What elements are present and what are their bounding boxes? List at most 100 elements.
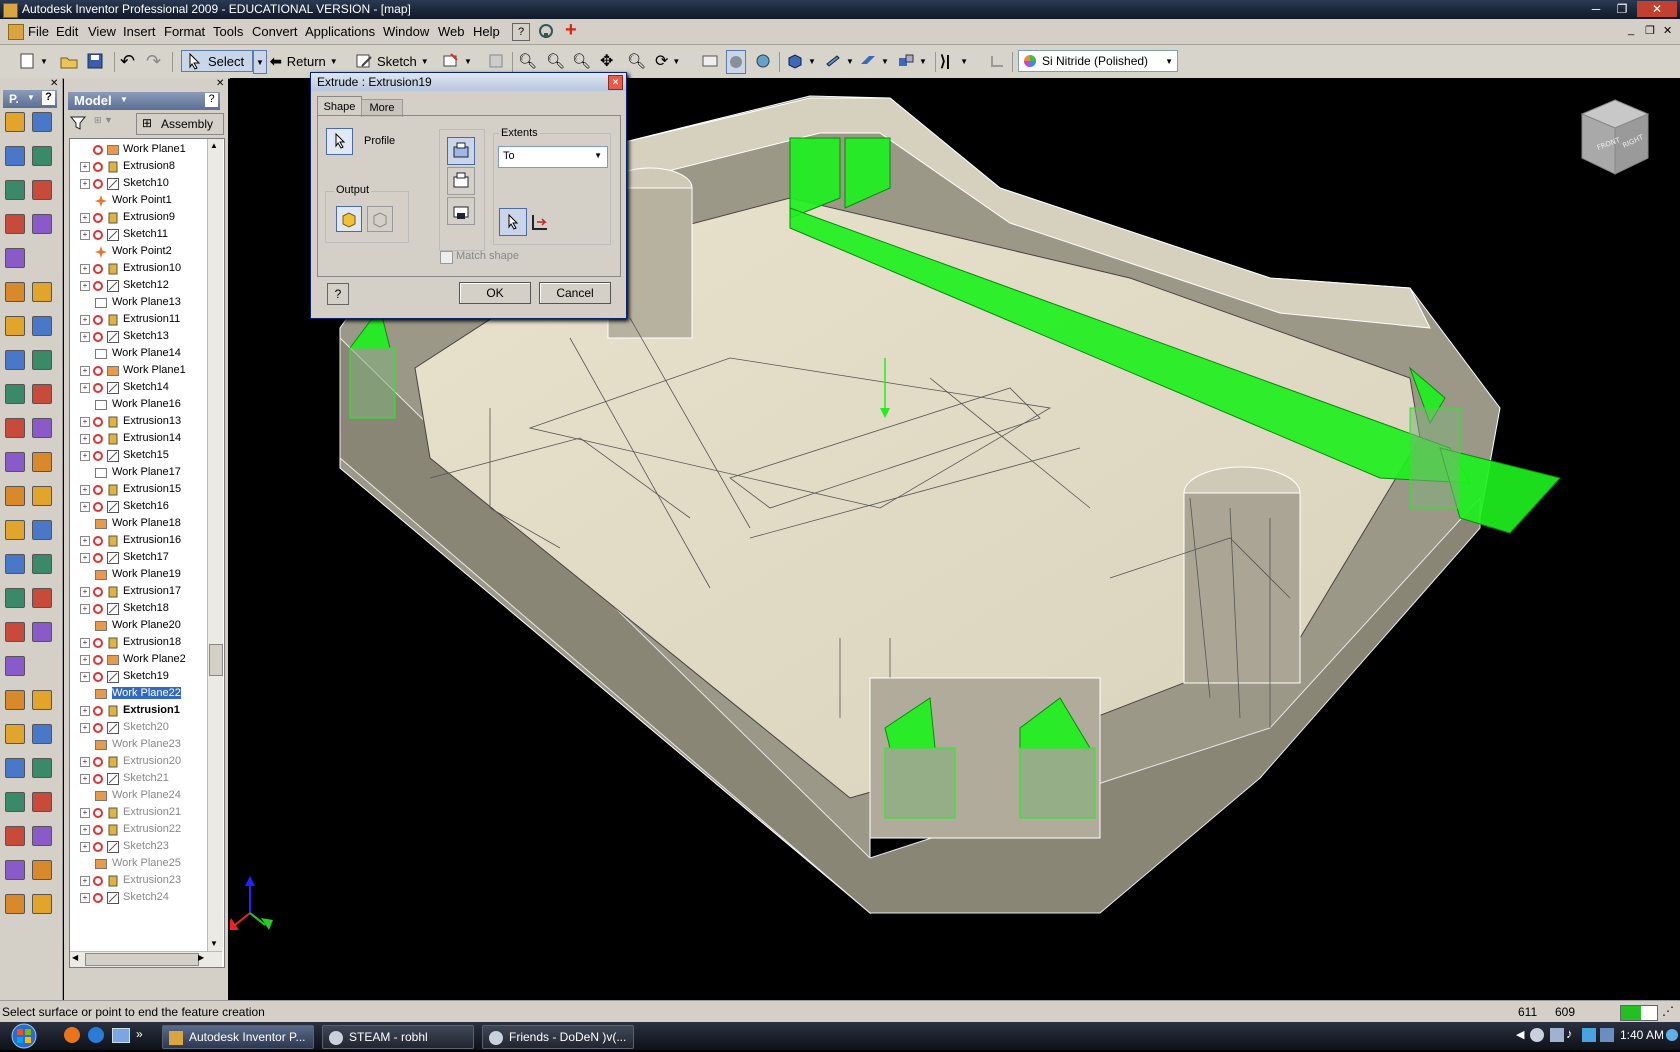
doc-restore-button[interactable]: ❐ bbox=[1645, 24, 1655, 37]
ok-button[interactable]: OK bbox=[459, 282, 531, 304]
maximize-button[interactable]: ❐ bbox=[1609, 1, 1635, 17]
tree-item[interactable]: + Extrusion22 bbox=[70, 821, 208, 839]
panel-tool-button[interactable] bbox=[32, 418, 52, 438]
whats-this-icon[interactable]: ? bbox=[512, 23, 530, 41]
tree-item[interactable]: Work Plane16 bbox=[70, 396, 208, 414]
update-button[interactable]: ▼ bbox=[442, 50, 472, 72]
expand-icon[interactable]: + bbox=[80, 264, 90, 274]
expand-icon[interactable]: + bbox=[80, 366, 90, 376]
expand-icon[interactable]: + bbox=[80, 825, 90, 835]
scroll-up-icon[interactable]: ▲ bbox=[210, 141, 218, 150]
tree-item[interactable]: Work Plane18 bbox=[70, 515, 208, 533]
shadow-button[interactable]: ▼ bbox=[824, 50, 854, 72]
expand-icon[interactable]: + bbox=[80, 315, 90, 325]
expand-icon[interactable]: + bbox=[80, 451, 90, 461]
cut-button[interactable] bbox=[447, 167, 475, 195]
tree-item[interactable]: + Extrusion20 bbox=[70, 753, 208, 771]
panel-tool-button[interactable] bbox=[32, 520, 52, 540]
expand-icon[interactable]: + bbox=[80, 281, 90, 291]
minimize-button[interactable]: ─ bbox=[1583, 1, 1609, 17]
expand-icon[interactable]: + bbox=[80, 485, 90, 495]
browser-view-icon[interactable]: ⊞ ▼ bbox=[94, 115, 124, 131]
panel-tool-button[interactable] bbox=[5, 588, 25, 608]
panel-tool-button[interactable] bbox=[32, 554, 52, 574]
redo-button[interactable]: ↷ bbox=[146, 50, 161, 72]
expand-icon[interactable]: + bbox=[80, 893, 90, 903]
expand-icon[interactable]: + bbox=[80, 230, 90, 240]
panel-tool-button[interactable] bbox=[32, 690, 52, 710]
panel-tool-button[interactable] bbox=[5, 146, 25, 166]
panel-tool-button[interactable] bbox=[5, 792, 25, 812]
panel-tool-button[interactable] bbox=[32, 350, 52, 370]
tree-item[interactable]: + Extrusion21 bbox=[70, 804, 208, 822]
inventor-app-icon[interactable] bbox=[3, 3, 18, 18]
scroll-thumb[interactable] bbox=[85, 953, 199, 966]
panel-tool-button[interactable] bbox=[32, 214, 52, 234]
pan-button[interactable]: ✥ bbox=[600, 50, 613, 72]
panel-tool-button[interactable] bbox=[32, 724, 52, 744]
new-button[interactable]: ▼ bbox=[18, 50, 48, 72]
tree-item[interactable]: + Sketch24 bbox=[70, 889, 208, 907]
scroll-left-icon[interactable]: ◀ bbox=[72, 953, 78, 962]
quicklaunch-more-icon[interactable]: » bbox=[136, 1027, 143, 1041]
filter-icon[interactable] bbox=[69, 115, 87, 131]
select-button[interactable]: Select bbox=[181, 50, 253, 72]
expand-icon[interactable]: + bbox=[80, 842, 90, 852]
scroll-thumb[interactable] bbox=[209, 644, 223, 676]
tree-item[interactable]: + Sketch11 bbox=[70, 226, 208, 244]
tree-item[interactable]: + Work Plane1 bbox=[70, 362, 208, 380]
panel-bar-header[interactable]: P. ▼ ? bbox=[3, 90, 57, 108]
tree-item[interactable]: + Extrusion15 bbox=[70, 481, 208, 499]
tray-clock[interactable]: 1:40 AM bbox=[1620, 1028, 1664, 1042]
panel-tool-button[interactable] bbox=[5, 520, 25, 540]
panel-tool-button[interactable] bbox=[32, 792, 52, 812]
tree-item[interactable]: + Sketch16 bbox=[70, 498, 208, 516]
sketch-grid-button[interactable] bbox=[988, 50, 1006, 72]
expand-icon[interactable]: + bbox=[80, 417, 90, 427]
expand-icon[interactable]: + bbox=[80, 672, 90, 682]
horizontal-scrollbar[interactable]: ◀ ▶ bbox=[70, 951, 222, 967]
realistic-display-button[interactable] bbox=[754, 50, 772, 72]
tree-item[interactable]: + Sketch23 bbox=[70, 838, 208, 856]
dialog-help-button[interactable]: ? bbox=[327, 283, 349, 305]
profile-select-button[interactable] bbox=[326, 128, 353, 155]
ie-icon[interactable] bbox=[88, 1027, 104, 1043]
dialog-title-bar[interactable]: Extrude : Extrusion19 ✕ bbox=[311, 73, 626, 91]
expand-icon[interactable]: + bbox=[80, 383, 90, 393]
tree-item[interactable]: + Extrusion13 bbox=[70, 413, 208, 431]
panel-tool-button[interactable] bbox=[5, 316, 25, 336]
panel-tool-button[interactable] bbox=[32, 860, 52, 880]
tray-steam-icon[interactable] bbox=[1530, 1028, 1544, 1042]
tree-item[interactable]: + Sketch20 bbox=[70, 719, 208, 737]
tree-item[interactable]: Work Plane20 bbox=[70, 617, 208, 635]
expand-icon[interactable]: + bbox=[80, 757, 90, 767]
extents-dropdown[interactable]: To ▼ bbox=[498, 146, 608, 168]
undo-button[interactable]: ↶ bbox=[120, 50, 135, 72]
menu-edit[interactable]: Edit bbox=[56, 24, 78, 39]
menu-insert[interactable]: Insert bbox=[123, 24, 156, 39]
doc-minimize-button[interactable]: _ bbox=[1628, 24, 1634, 36]
zoom-all-button[interactable]: 🔍︎ bbox=[518, 50, 537, 72]
assembly-view-button[interactable]: ⊞ Assembly bbox=[136, 113, 224, 135]
tree-item[interactable]: + Extrusion18 bbox=[70, 634, 208, 652]
expand-icon[interactable]: + bbox=[80, 876, 90, 886]
tree-item[interactable]: + Sketch12 bbox=[70, 277, 208, 295]
tray-monitor-icon[interactable] bbox=[1582, 1028, 1596, 1042]
tray-expand-icon[interactable]: ◀ bbox=[1516, 1028, 1524, 1041]
tree-item[interactable]: Work Plane19 bbox=[70, 566, 208, 584]
save-button[interactable] bbox=[86, 50, 104, 72]
panel-tool-button[interactable] bbox=[32, 826, 52, 846]
measure-button[interactable] bbox=[487, 50, 505, 72]
rotate-button[interactable]: ⟳ ▼ bbox=[655, 50, 680, 72]
open-button[interactable] bbox=[60, 50, 78, 72]
menu-format[interactable]: Format bbox=[164, 24, 205, 39]
tree-item[interactable]: Work Plane17 bbox=[70, 464, 208, 482]
menu-web[interactable]: Web bbox=[438, 24, 465, 39]
tree-item[interactable]: + Extrusion9 bbox=[70, 209, 208, 227]
tree-item[interactable]: Work Plane23 bbox=[70, 736, 208, 754]
panel-help-icon[interactable]: ? bbox=[42, 91, 55, 105]
panel-tool-button[interactable] bbox=[5, 112, 25, 132]
return-button[interactable]: ⬅ Return ▼ bbox=[270, 50, 338, 72]
browser-close-icon[interactable]: ✕ bbox=[216, 78, 224, 89]
panel-tool-button[interactable] bbox=[5, 894, 25, 914]
